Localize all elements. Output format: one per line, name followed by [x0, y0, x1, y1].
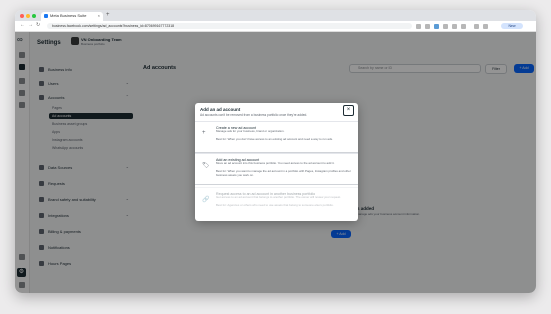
browser-tab[interactable]: Meta Business Suite × — [41, 12, 103, 21]
new-tab-button[interactable]: + — [106, 12, 110, 18]
extension-icon[interactable] — [443, 24, 448, 29]
tab-close-icon[interactable]: × — [98, 13, 100, 18]
meta-favicon-icon — [44, 14, 48, 18]
profile-new-button[interactable]: New — [501, 23, 523, 29]
dialog-title: Add an ad account — [200, 107, 241, 112]
back-icon[interactable]: ← — [20, 22, 25, 28]
extension-icon[interactable] — [474, 24, 479, 29]
add-ad-account-dialog: Add an ad account Ad accounts can't be r… — [195, 103, 358, 221]
url-text: business.facebook.com/settings/ad_accoun… — [52, 24, 175, 28]
extension-icon[interactable] — [483, 24, 488, 29]
link-icon: 🔗 — [202, 197, 210, 203]
close-window-dot[interactable] — [20, 14, 24, 18]
extension-icon[interactable] — [416, 24, 421, 29]
option-description: Manage ads for your business, brand or o… — [216, 129, 285, 133]
tab-title: Meta Business Suite — [50, 13, 87, 18]
address-bar: ← → ↻ business.facebook.com/settings/ad_… — [15, 21, 536, 32]
minimize-window-dot[interactable] — [26, 14, 30, 18]
tag-icon: 🏷 — [202, 163, 210, 169]
option-add-existing-ad-account[interactable]: 🏷 Add an existing ad account Move an ad … — [195, 153, 358, 184]
extension-icon[interactable] — [434, 24, 439, 29]
option-request-access-ad-account[interactable]: 🔗 Request access to an ad account in ano… — [195, 187, 358, 218]
reload-icon[interactable]: ↻ — [36, 22, 40, 28]
extension-icon[interactable] — [452, 24, 457, 29]
maximize-window-dot[interactable] — [32, 14, 36, 18]
extension-icon[interactable] — [425, 24, 430, 29]
url-field[interactable]: business.facebook.com/settings/ad_accoun… — [47, 23, 412, 29]
close-icon[interactable]: × — [343, 105, 354, 116]
option-create-new-ad-account[interactable]: + Create a new ad account Manage ads for… — [195, 121, 358, 152]
option-note: Best for: Agencies or others who need to… — [216, 203, 334, 207]
modal-backdrop[interactable]: Add an ad account Ad accounts can't be r… — [15, 32, 536, 293]
extension-icon[interactable] — [461, 24, 466, 29]
option-note: Best for: When you don't have access to … — [216, 137, 333, 141]
option-note: Best for: When you want to manage the ad… — [216, 169, 351, 177]
forward-icon[interactable]: → — [28, 22, 33, 28]
browser-tab-bar: Meta Business Suite × + — [15, 10, 536, 21]
dialog-subtitle: Ad accounts can't be removed from a busi… — [200, 113, 308, 117]
browser-window: Meta Business Suite × + ← → ↻ business.f… — [15, 10, 536, 293]
option-description: Move an ad account into this business po… — [216, 161, 335, 165]
option-description: Get access to an ad account that belongs… — [216, 195, 341, 199]
plus-icon: + — [202, 130, 206, 136]
